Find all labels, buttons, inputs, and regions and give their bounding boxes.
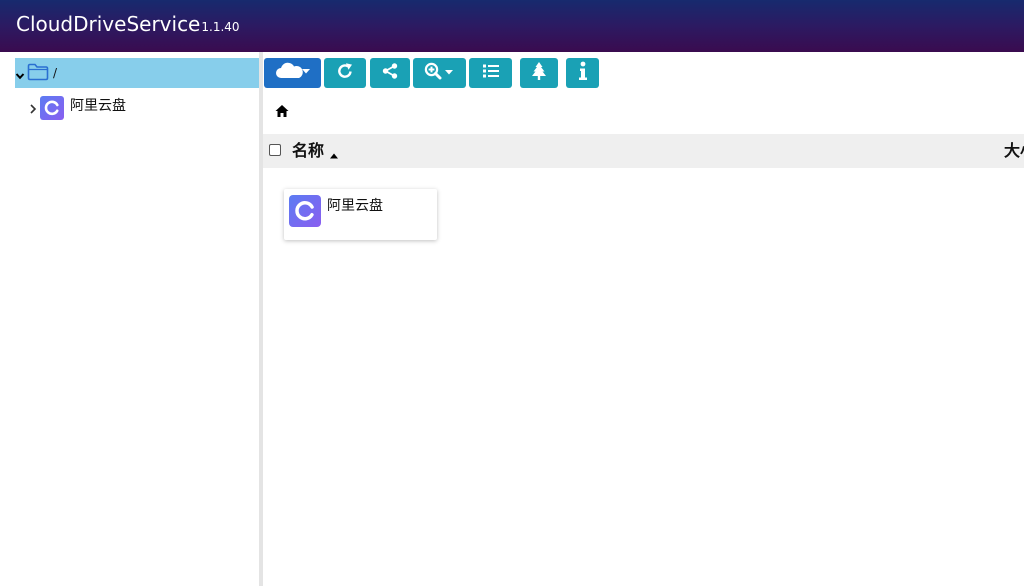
sidebar xyxy=(0,52,259,586)
tree-item-aliyun-drive[interactable]: 阿里云盘 xyxy=(28,94,248,120)
aliyun-drive-icon xyxy=(289,195,321,231)
cloud-menu-button[interactable] xyxy=(264,58,321,88)
info-icon xyxy=(578,61,588,85)
zoom-menu-button[interactable] xyxy=(413,58,466,88)
list-view-button[interactable] xyxy=(469,58,512,88)
tree-root-item[interactable]: / xyxy=(15,58,259,88)
cloud-icon xyxy=(275,62,311,84)
tree-icon xyxy=(531,61,547,85)
info-button[interactable] xyxy=(566,58,599,88)
home-icon[interactable] xyxy=(275,103,289,122)
aliyun-drive-icon xyxy=(40,96,64,124)
file-tile-label: 阿里云盘 xyxy=(327,198,383,214)
file-table-header: 名称 大小 xyxy=(263,134,1024,168)
refresh-icon xyxy=(335,61,355,85)
pane-splitter[interactable] xyxy=(259,52,263,586)
app-name: CloudDriveService xyxy=(16,12,201,36)
chevron-right-icon[interactable] xyxy=(28,100,38,119)
column-header-size[interactable]: 大小 xyxy=(1004,142,1024,160)
app-title: CloudDriveService1.1.40 xyxy=(16,12,240,39)
tree-item-label: 阿里云盘 xyxy=(70,98,126,114)
app-header: CloudDriveService1.1.40 xyxy=(0,0,1024,52)
share-icon xyxy=(381,62,399,84)
file-tile[interactable]: 阿里云盘 xyxy=(284,189,437,240)
chevron-down-icon[interactable] xyxy=(15,66,25,85)
tree-root-label: / xyxy=(53,66,58,80)
list-icon xyxy=(482,63,500,83)
select-all-checkbox[interactable] xyxy=(269,144,281,156)
column-header-name[interactable]: 名称 xyxy=(292,142,324,160)
share-button[interactable] xyxy=(370,58,410,88)
zoom-in-icon xyxy=(424,62,456,84)
app-version: 1.1.40 xyxy=(201,20,240,34)
breadcrumb xyxy=(275,103,289,122)
tree-view-button[interactable] xyxy=(520,58,558,88)
sort-ascending-icon[interactable] xyxy=(329,145,339,164)
refresh-button[interactable] xyxy=(324,58,366,88)
folder-icon xyxy=(27,63,49,85)
